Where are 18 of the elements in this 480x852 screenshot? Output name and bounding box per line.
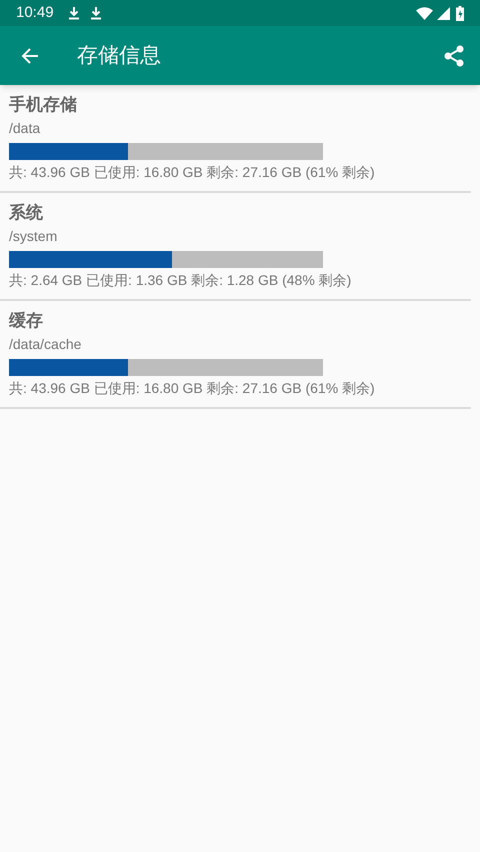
back-arrow-icon [21,46,39,64]
volume-path: /data [9,119,40,138]
signal-icon [437,6,450,20]
volume-name: 缓存 [9,310,43,332]
download-icon [68,6,80,20]
usage-summary: 共: 43.96 GB 已使用: 16.80 GB 剩余: 27.16 GB (61% 剩余) [9,379,375,398]
download-icon [90,6,102,20]
usage-summary: 共: 43.96 GB 已使用: 16.80 GB 剩余: 27.16 GB (61% 剩余) [9,163,375,182]
battery-icon [456,6,464,20]
volume-name: 系统 [9,202,43,224]
volume-name: 手机存储 [9,94,77,116]
usage-summary: 共: 2.64 GB 已使用: 1.36 GB 剩余: 1.28 GB (48% 剩余) [9,271,352,290]
status-time: 10:49 [16,2,54,23]
volume-path: /system [9,227,58,246]
screen-title: 存储信息 [77,42,162,69]
wifi-icon [416,6,433,20]
volume-path: /data/cache [9,335,82,354]
share-icon [444,44,464,66]
